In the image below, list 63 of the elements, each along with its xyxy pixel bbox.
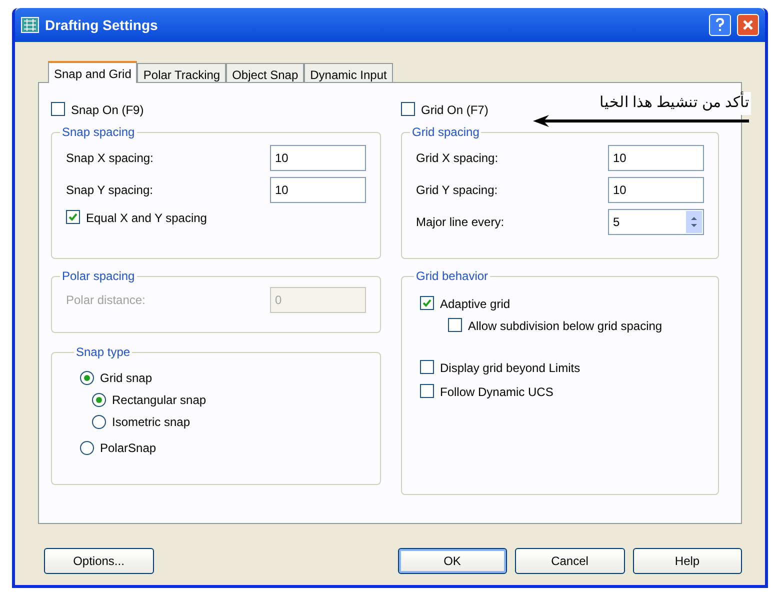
up-down-arrows-icon — [690, 215, 698, 229]
checkbox[interactable] — [51, 102, 65, 116]
close-icon — [742, 19, 754, 31]
field-label: Snap Y spacing: — [66, 182, 153, 199]
app-icon — [21, 17, 39, 33]
question-mark-icon — [715, 18, 725, 32]
dialog-button[interactable]: Cancel — [515, 548, 624, 574]
group-title: Snap type — [75, 344, 132, 361]
spinner-control[interactable] — [686, 211, 702, 233]
checkbox-label: Follow Dynamic UCS — [440, 384, 554, 401]
input-field[interactable]: 10 — [270, 177, 366, 203]
input-field[interactable]: 10 — [608, 145, 704, 171]
radio-button[interactable] — [80, 371, 94, 385]
radio-label: Isometric snap — [112, 414, 190, 431]
checkbox[interactable] — [66, 210, 80, 224]
checkbox[interactable] — [420, 296, 434, 310]
checkbox[interactable] — [420, 360, 434, 374]
input-field[interactable]: 10 — [608, 177, 704, 203]
radio-label: Grid snap — [100, 370, 152, 387]
checkbox-label: Display grid beyond Limits — [440, 360, 580, 377]
field-label: Grid Y spacing: — [416, 182, 498, 199]
field-value: 10 — [275, 182, 288, 199]
checkbox-label: Snap On (F9) — [71, 102, 144, 119]
group-title: Polar spacing — [61, 268, 136, 285]
radio-button[interactable] — [92, 393, 106, 407]
tab[interactable]: Polar Tracking — [137, 63, 226, 82]
tab[interactable]: Dynamic Input — [304, 63, 393, 82]
field-value: 10 — [613, 182, 626, 199]
field-value: 0 — [275, 292, 282, 309]
input-field[interactable]: 10 — [270, 145, 366, 171]
checkbox[interactable] — [448, 318, 462, 332]
dialog-button[interactable]: Help — [632, 548, 742, 574]
checkbox[interactable] — [420, 384, 434, 398]
radio-button[interactable] — [80, 441, 94, 455]
window-title: Drafting Settings — [45, 16, 159, 35]
group-title: Snap spacing — [61, 124, 136, 141]
tab[interactable]: Snap and Grid — [48, 61, 138, 83]
field-value: 5 — [613, 214, 620, 231]
dialog-button[interactable]: OK — [398, 548, 507, 574]
close-button[interactable] — [737, 14, 759, 36]
field-label: Snap X spacing: — [66, 150, 154, 167]
radio-button[interactable] — [92, 415, 106, 429]
checkbox-label: Grid On (F7) — [421, 102, 488, 119]
tab[interactable]: Object Snap — [226, 63, 304, 82]
checkbox-label: Adaptive grid — [440, 296, 510, 313]
field-label: Major line every: — [416, 214, 504, 231]
group-title: Grid spacing — [411, 124, 480, 141]
checkbox-label: Allow subdivision below grid spacing — [468, 318, 662, 335]
group-title: Grid behavior — [415, 268, 490, 285]
arrow-icon — [531, 114, 751, 126]
field-value: 10 — [275, 150, 288, 167]
checkbox-label: Equal X and Y spacing — [86, 210, 207, 227]
field-label: Polar distance: — [66, 292, 146, 309]
checkmark-icon — [68, 212, 78, 222]
radio-label: PolarSnap — [100, 440, 156, 457]
field-label: Grid X spacing: — [416, 150, 498, 167]
input-field[interactable]: 5 — [608, 209, 704, 235]
checkmark-icon — [422, 298, 432, 308]
dialog-button[interactable]: Options... — [44, 548, 154, 574]
help-button[interactable] — [709, 14, 731, 36]
radio-label: Rectangular snap — [112, 392, 206, 409]
checkbox[interactable] — [401, 102, 415, 116]
field-value: 10 — [613, 150, 626, 167]
